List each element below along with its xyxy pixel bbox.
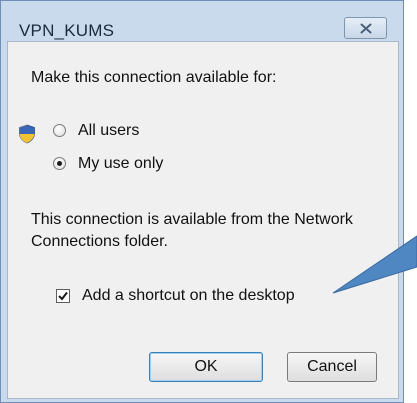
info-text-line2: Connections folder.: [31, 233, 168, 250]
screen: VPN_KUMS Make this connection available …: [0, 0, 417, 403]
radio-selected-dot: [57, 161, 62, 166]
ok-button[interactable]: OK: [149, 352, 263, 382]
close-button[interactable]: [344, 17, 387, 39]
close-icon: [360, 23, 371, 33]
dialog-client-area: Make this connection available for: All …: [7, 41, 399, 399]
radio-my-use-only-label[interactable]: My use only: [78, 155, 163, 173]
cancel-button[interactable]: Cancel: [287, 352, 377, 382]
window-title: VPN_KUMS: [19, 21, 115, 40]
radio-all-users-label[interactable]: All users: [78, 122, 139, 140]
shortcut-checkbox[interactable]: [56, 289, 70, 303]
checkmark-icon: [58, 291, 68, 301]
shortcut-checkbox-label[interactable]: Add a shortcut on the desktop: [82, 287, 295, 305]
info-text-line1: This connection is available from the Ne…: [31, 211, 353, 228]
title-bar[interactable]: VPN_KUMS: [1, 1, 403, 41]
radio-my-use-only[interactable]: [53, 157, 66, 170]
uac-shield-icon: [19, 124, 35, 144]
radio-all-users[interactable]: [53, 124, 66, 137]
connection-dialog: VPN_KUMS Make this connection available …: [0, 0, 404, 403]
availability-label: Make this connection available for:: [31, 69, 277, 86]
